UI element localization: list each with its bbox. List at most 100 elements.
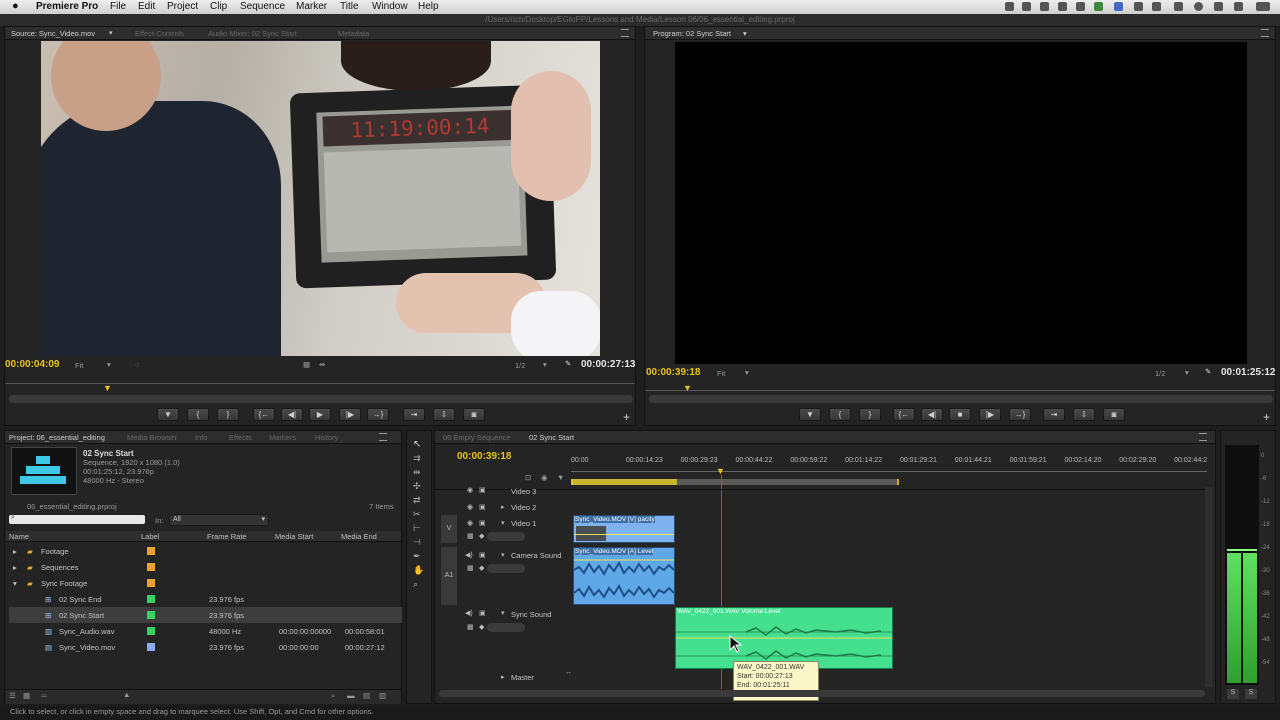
tab-markers[interactable]: Markers <box>269 433 296 442</box>
collapse-track-icon[interactable]: ▾ <box>501 551 505 559</box>
zoom-slider-icon[interactable]: ⌓ <box>41 690 47 700</box>
label-color-swatch[interactable] <box>147 563 155 571</box>
program-playhead[interactable]: ▼ <box>683 383 692 393</box>
export-frame-button[interactable]: ◙ <box>1103 408 1125 421</box>
selection-tool-icon[interactable]: ↖ <box>413 439 421 450</box>
button-editor-add-icon[interactable]: + <box>623 410 630 424</box>
lift-button[interactable]: ⇥ <box>1043 408 1065 421</box>
column-label[interactable]: Label <box>141 532 159 541</box>
tab-history[interactable]: History <box>315 433 338 442</box>
panel-menu-icon[interactable] <box>621 29 629 37</box>
source-current-timecode[interactable]: 00:00:04:09 <box>5 359 59 370</box>
project-search-input[interactable]: ⌕ <box>9 514 145 524</box>
tab-effects[interactable]: Effects <box>229 433 252 442</box>
solo-left-button[interactable]: S <box>1227 689 1239 699</box>
bluetooth-icon[interactable] <box>1134 2 1143 11</box>
label-color-swatch[interactable] <box>147 643 155 651</box>
time-machine-icon[interactable] <box>1194 2 1203 11</box>
drag-audio-icon[interactable]: ⇹ <box>319 360 325 369</box>
rolling-edit-tool-icon[interactable]: ✣ <box>413 481 421 492</box>
tab-sync-start[interactable]: 02 Sync Start <box>529 433 574 442</box>
hand-tool-icon[interactable]: ✋ <box>413 565 424 576</box>
battery-icon[interactable] <box>1256 2 1270 11</box>
play-button[interactable]: ▶ <box>309 408 331 421</box>
tray-icon[interactable] <box>1022 2 1031 11</box>
slide-tool-icon[interactable]: ⊣ <box>413 537 421 548</box>
solo-right-button[interactable]: S <box>1245 689 1257 699</box>
go-to-out-button[interactable]: →} <box>1009 408 1031 421</box>
expand-track-icon[interactable]: ▸ <box>501 673 505 681</box>
source-dropdown-icon[interactable]: ▾ <box>109 29 113 37</box>
overwrite-button[interactable]: ⇩ <box>433 408 455 421</box>
track-select-tool-icon[interactable]: ⇉ <box>413 453 421 464</box>
keyframe-icon[interactable]: ◆ <box>479 564 484 572</box>
video-clip[interactable]: Sync_Video.MOV [V] pacity <box>573 515 675 543</box>
label-color-swatch[interactable] <box>147 547 155 555</box>
razor-tool-icon[interactable]: ✂ <box>413 509 421 520</box>
project-row[interactable]: ⊞ 02 Sync End 23.976 fps <box>9 591 402 607</box>
keyframe-icon[interactable]: ◆ <box>479 532 484 540</box>
slip-tool-icon[interactable]: ⊢ <box>413 523 421 534</box>
menu-help[interactable]: Help <box>418 1 439 12</box>
expand-track-icon[interactable]: ▸ <box>501 503 505 511</box>
keyframe-slot[interactable] <box>487 532 525 541</box>
display-style-icon[interactable]: ▦ <box>467 623 474 631</box>
mark-out-button[interactable]: } <box>859 408 881 421</box>
lock-icon[interactable]: ▣ <box>479 519 486 527</box>
program-resolution-select[interactable]: 1/2 <box>1155 369 1165 378</box>
label-color-swatch[interactable] <box>147 579 155 587</box>
source-time-ruler[interactable] <box>5 375 635 384</box>
project-row[interactable]: ▸ ▰ Footage <box>9 543 402 559</box>
column-media-end[interactable]: Media End <box>341 532 377 541</box>
panel-menu-icon[interactable] <box>1199 433 1207 441</box>
chevron-down-icon[interactable]: ▾ <box>1185 368 1189 377</box>
keyframe-icon[interactable]: ◆ <box>479 623 484 631</box>
chevron-down-icon[interactable]: ▾ <box>745 368 749 377</box>
icon-view-icon[interactable]: ▦ <box>23 691 30 700</box>
menu-marker[interactable]: Marker <box>296 1 327 12</box>
menu-clip[interactable]: Clip <box>210 1 227 12</box>
menu-edit[interactable]: Edit <box>138 1 155 12</box>
tab-media-browser[interactable]: Media Browser <box>127 433 177 442</box>
collapse-track-icon[interactable]: ▾ <box>501 519 505 527</box>
tray-icon[interactable] <box>1058 2 1067 11</box>
wrench-icon[interactable]: ✎ <box>565 359 571 368</box>
new-bin-icon[interactable]: ▬ <box>347 691 355 700</box>
panel-menu-icon[interactable] <box>379 433 387 441</box>
collapse-track-icon[interactable]: ▾ <box>501 609 505 617</box>
keyframe-slot[interactable] <box>487 623 525 632</box>
tab-project[interactable]: Project: 06_essential_editing <box>9 433 105 442</box>
lock-icon[interactable]: ▣ <box>479 551 486 559</box>
source-patch-a1[interactable]: A1 <box>441 547 457 605</box>
extract-button[interactable]: ⇩ <box>1073 408 1095 421</box>
eye-icon[interactable]: ◉ <box>467 503 473 511</box>
keyframe-slot[interactable] <box>487 564 525 573</box>
program-dropdown-icon[interactable]: ▾ <box>743 29 747 38</box>
go-to-out-button[interactable]: →} <box>367 408 389 421</box>
lock-icon[interactable]: ▣ <box>479 486 486 494</box>
volume-icon[interactable] <box>1214 2 1223 11</box>
source-playhead[interactable]: ▼ <box>103 383 112 393</box>
speaker-icon[interactable]: ◀) <box>465 609 473 617</box>
collapse-folder-icon[interactable]: ▾ <box>13 579 17 588</box>
expand-folder-icon[interactable]: ▸ <box>13 563 17 572</box>
project-row[interactable]: ⊞ 02 Sync Start 23.976 fps <box>9 607 402 623</box>
label-color-swatch[interactable] <box>147 611 155 619</box>
add-marker-icon[interactable]: ▼ <box>557 473 564 482</box>
eye-icon[interactable]: ◉ <box>467 486 473 494</box>
tab-info[interactable]: Info <box>195 433 208 442</box>
menu-window[interactable]: Window <box>372 1 408 12</box>
source-patch-v[interactable]: V <box>441 515 457 543</box>
project-row[interactable]: ▾ ▰ Sync Footage <box>9 575 402 591</box>
step-back-button[interactable]: ◀| <box>921 408 943 421</box>
tray-icon[interactable] <box>1114 2 1123 11</box>
label-color-swatch[interactable] <box>147 595 155 603</box>
tab-audio-mixer[interactable]: Audio Mixer: 02 Sync Start <box>208 29 297 38</box>
ripple-edit-tool-icon[interactable]: ⇹ <box>413 467 421 478</box>
mark-in-button[interactable]: { <box>187 408 209 421</box>
settings-icon[interactable]: ◌ <box>135 360 139 369</box>
timeline-horizontal-scrollbar[interactable] <box>439 690 1205 697</box>
tray-icon[interactable] <box>1152 2 1161 11</box>
in-filter-select[interactable]: All ▾ <box>169 514 269 526</box>
trash-icon[interactable]: ▥ <box>379 691 386 700</box>
